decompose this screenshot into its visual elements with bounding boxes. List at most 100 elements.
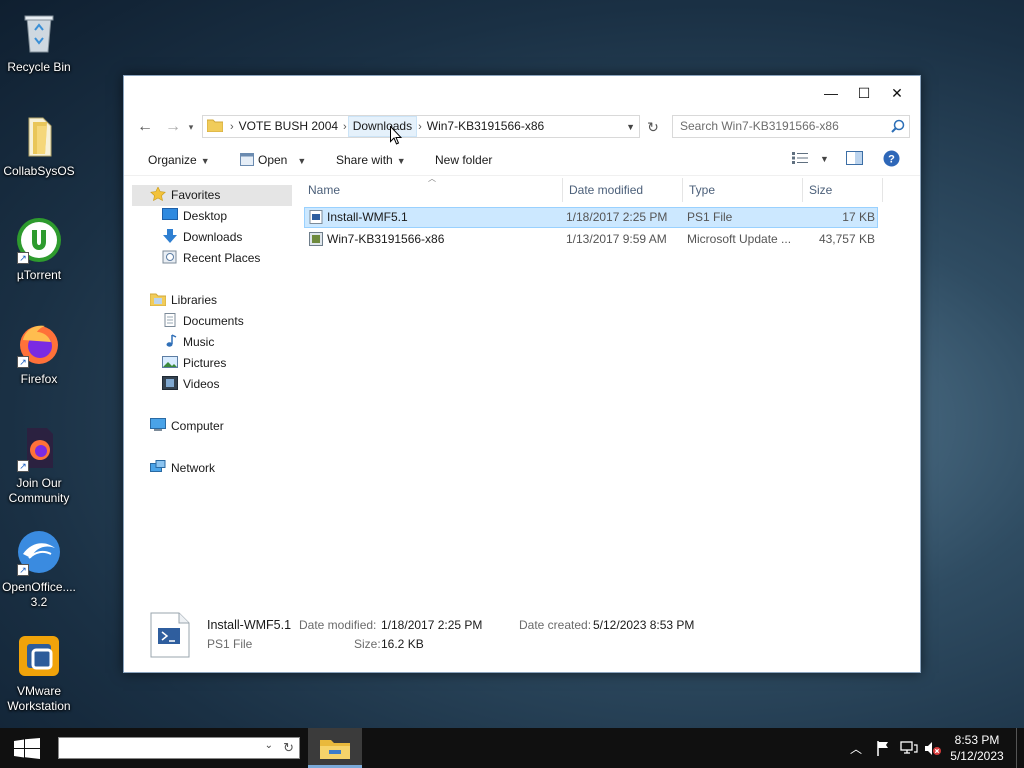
nav-desktop[interactable]: Desktop xyxy=(132,206,227,227)
address-bar[interactable]: › VOTE BUSH 2004 › Downloads › Win7-KB31… xyxy=(202,115,640,138)
folder-icon xyxy=(206,118,224,135)
table-row[interactable]: Install-WMF5.1 1/18/2017 2:25 PM PS1 Fil… xyxy=(304,207,878,228)
address-row: ← → ▾ › VOTE BUSH 2004 › Downloads › Win… xyxy=(124,114,920,140)
column-header-date-modified[interactable]: Date modified xyxy=(569,183,643,197)
column-header-name[interactable]: Name xyxy=(308,183,340,197)
close-button[interactable]: ✕ xyxy=(882,82,912,104)
shortcut-arrow-icon: ↗ xyxy=(17,460,29,472)
forward-button[interactable]: → xyxy=(162,116,184,138)
volume-muted-icon[interactable] xyxy=(924,741,942,768)
file-type: Microsoft Update ... xyxy=(687,232,792,246)
nav-label: Favorites xyxy=(171,188,221,202)
back-button[interactable]: ← xyxy=(134,116,156,138)
details-date-created-value: 5/12/2023 8:53 PM xyxy=(593,618,695,632)
column-divider[interactable] xyxy=(802,178,803,202)
nav-downloads[interactable]: Downloads xyxy=(132,227,242,248)
column-header-type[interactable]: Type xyxy=(689,183,715,197)
action-center-flag-icon[interactable] xyxy=(876,740,890,768)
navigation-pane: Favorites Desktop Downloads Recent Place… xyxy=(132,182,292,608)
nav-computer[interactable]: Computer xyxy=(132,416,224,437)
chevron-down-icon[interactable]: ⌄ xyxy=(265,740,273,751)
sort-ascending-icon: ︿ xyxy=(428,174,436,183)
desktop-icon-firefox[interactable]: ↗ Firefox xyxy=(0,320,78,387)
nav-libraries[interactable]: Libraries xyxy=(132,290,217,311)
nav-recent-places[interactable]: Recent Places xyxy=(132,248,260,269)
breadcrumb-vote-bush-2004[interactable]: VOTE BUSH 2004 xyxy=(235,116,342,137)
desktop-icon-join-our-community[interactable]: ↗ Join Our Community xyxy=(0,424,78,506)
breadcrumb-current-folder[interactable]: Win7-KB3191566-x86 xyxy=(423,116,548,137)
start-button[interactable] xyxy=(0,728,54,768)
minimize-button[interactable]: — xyxy=(816,82,846,104)
nav-videos[interactable]: Videos xyxy=(132,374,219,395)
details-date-modified-value: 1/18/2017 2:25 PM xyxy=(381,618,483,632)
taskbar-search-input[interactable]: ⌄ ↻ xyxy=(58,737,300,759)
powershell-file-icon xyxy=(150,612,190,661)
change-view-button[interactable]: ▼ xyxy=(792,151,829,167)
recycle-bin-icon xyxy=(15,8,63,56)
title-bar[interactable]: — ☐ ✕ xyxy=(124,76,920,110)
table-row[interactable]: Win7-KB3191566-x86 1/13/2017 9:59 AM Mic… xyxy=(304,229,878,250)
refresh-icon[interactable]: ↻ xyxy=(283,740,294,756)
nav-network[interactable]: Network xyxy=(132,458,215,479)
help-button[interactable]: ? xyxy=(883,150,900,170)
refresh-button[interactable]: ↻ xyxy=(642,116,664,138)
recent-places-icon xyxy=(162,250,178,264)
folder-icon xyxy=(15,112,63,160)
nav-label: Music xyxy=(183,335,215,349)
taskbar-clock[interactable]: 8:53 PM 5/12/2023 xyxy=(948,732,1006,768)
share-with-button[interactable]: Share with ▼ xyxy=(336,153,406,167)
maximize-button[interactable]: ☐ xyxy=(849,82,879,104)
close-icon: ✕ xyxy=(891,85,903,101)
windows-logo-icon xyxy=(14,738,40,762)
nav-pictures[interactable]: Pictures xyxy=(132,353,226,374)
desktop-icon-utorrent[interactable]: ↗ µTorrent xyxy=(0,216,78,283)
network-tray-icon[interactable] xyxy=(900,741,918,768)
update-package-icon xyxy=(309,232,323,253)
nav-label: Downloads xyxy=(183,230,243,244)
desktop-icon-label: µTorrent xyxy=(16,268,62,282)
details-date-created-label: Date created: xyxy=(519,618,592,632)
network-icon xyxy=(150,460,166,474)
search-input[interactable]: Search Win7-KB3191566-x86 xyxy=(672,115,910,138)
file-date-modified: 1/13/2017 9:59 AM xyxy=(566,232,667,246)
star-icon xyxy=(150,186,166,202)
desktop-icon-openoffice[interactable]: ↗ OpenOffice.... 3.2 xyxy=(0,528,78,610)
column-divider[interactable] xyxy=(562,178,563,202)
open-button[interactable]: Open ▼ xyxy=(240,153,306,169)
nav-documents[interactable]: Documents xyxy=(132,311,244,332)
openoffice-icon: ↗ xyxy=(15,528,63,576)
organize-button[interactable]: Organize ▼ xyxy=(148,153,210,167)
breadcrumb-downloads[interactable]: Downloads xyxy=(347,116,418,137)
details-file-name: Install-WMF5.1 xyxy=(207,618,292,632)
documents-icon xyxy=(162,313,178,327)
clock-date: 5/12/2023 xyxy=(950,749,1004,763)
column-divider[interactable] xyxy=(682,178,683,202)
desktop-icon-label: Recycle Bin xyxy=(7,60,71,74)
videos-icon xyxy=(162,376,178,390)
powershell-file-icon xyxy=(309,210,323,230)
desktop-icon-label: VMware Workstation xyxy=(7,684,71,713)
show-hidden-icons-chevron-icon[interactable]: ︿ xyxy=(850,740,862,768)
help-icon: ? xyxy=(883,150,900,170)
nav-label: Videos xyxy=(183,377,220,391)
column-header-size[interactable]: Size xyxy=(809,183,832,197)
details-size-label: Size: xyxy=(354,637,381,651)
nav-music[interactable]: Music xyxy=(132,332,214,353)
desktop-icon-label: Firefox xyxy=(20,372,58,386)
file-size: 17 KB xyxy=(842,210,875,224)
address-dropdown-chevron-icon[interactable]: ▼ xyxy=(626,122,635,132)
desktop-icon-collabsysos[interactable]: CollabSysOS xyxy=(0,112,78,179)
show-desktop-button[interactable] xyxy=(1016,728,1017,768)
nav-favorites[interactable]: Favorites xyxy=(132,185,292,206)
search-icon xyxy=(891,119,905,140)
nav-label: Recent Places xyxy=(183,251,261,265)
desktop-icon-vmware[interactable]: VMware Workstation xyxy=(0,632,78,714)
recent-locations-button[interactable]: ▾ xyxy=(184,116,198,138)
desktop-icon-recycle-bin[interactable]: Recycle Bin xyxy=(0,8,78,75)
column-divider[interactable] xyxy=(882,178,883,202)
taskbar-file-explorer[interactable] xyxy=(308,728,362,768)
nav-label: Desktop xyxy=(183,209,228,223)
preview-pane-button[interactable] xyxy=(846,151,863,168)
file-type: PS1 File xyxy=(687,210,733,224)
new-folder-button[interactable]: New folder xyxy=(435,153,492,167)
